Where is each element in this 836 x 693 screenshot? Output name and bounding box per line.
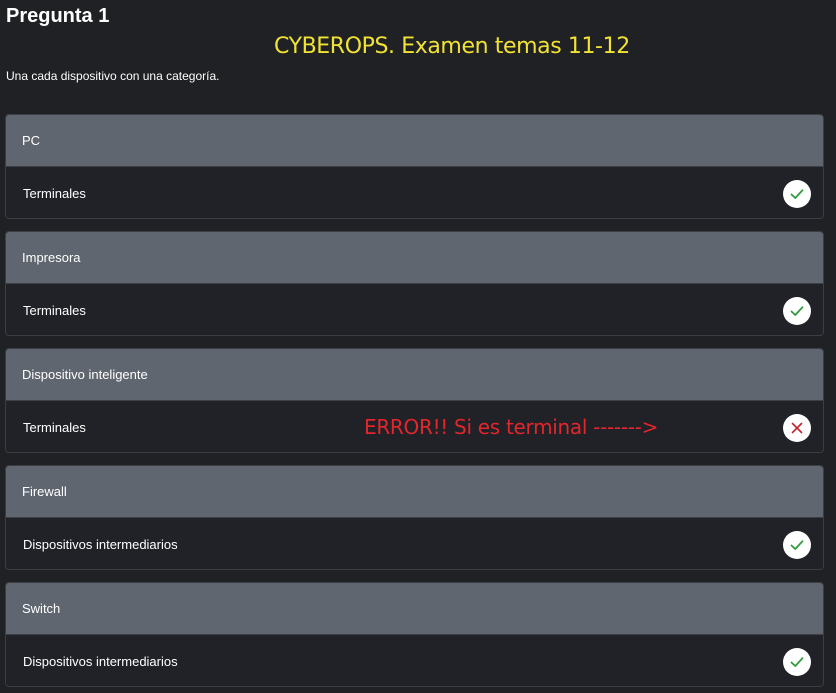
match-item: Impresora Terminales	[5, 231, 824, 336]
category-label: Terminales	[23, 420, 86, 435]
category-answer[interactable]: Terminales	[6, 284, 823, 335]
matching-list: PC Terminales Impresora Terminales Dispo…	[5, 114, 824, 693]
category-answer[interactable]: Terminales	[6, 167, 823, 218]
device-label: Switch	[6, 583, 823, 635]
match-item: Dispositivo inteligente Terminales ERROR…	[5, 348, 824, 453]
category-label: Terminales	[23, 186, 86, 201]
check-icon	[783, 530, 811, 559]
category-label: Dispositivos intermediarios	[23, 537, 178, 552]
match-item: PC Terminales	[5, 114, 824, 219]
category-answer[interactable]: Dispositivos intermediarios	[6, 518, 823, 569]
question-instructions: Una cada dispositivo con una categoría.	[6, 69, 220, 83]
error-annotation: ERROR!! Si es terminal ------->	[364, 415, 659, 439]
device-label: Dispositivo inteligente	[6, 349, 823, 401]
exam-title-annotation: CYBEROPS. Examen temas 11-12	[274, 34, 630, 59]
match-item: Firewall Dispositivos intermediarios	[5, 465, 824, 570]
category-label: Dispositivos intermediarios	[23, 654, 178, 669]
device-label: Firewall	[6, 466, 823, 518]
check-icon	[783, 296, 811, 325]
match-item: Switch Dispositivos intermediarios	[5, 582, 824, 687]
device-label: PC	[6, 115, 823, 167]
check-icon	[783, 179, 811, 208]
category-answer[interactable]: Dispositivos intermediarios	[6, 635, 823, 686]
device-label: Impresora	[6, 232, 823, 284]
x-icon	[783, 413, 811, 442]
check-icon	[783, 647, 811, 676]
category-label: Terminales	[23, 303, 86, 318]
question-title: Pregunta 1	[6, 5, 110, 27]
category-answer[interactable]: Terminales ERROR!! Si es terminal ------…	[6, 401, 823, 452]
